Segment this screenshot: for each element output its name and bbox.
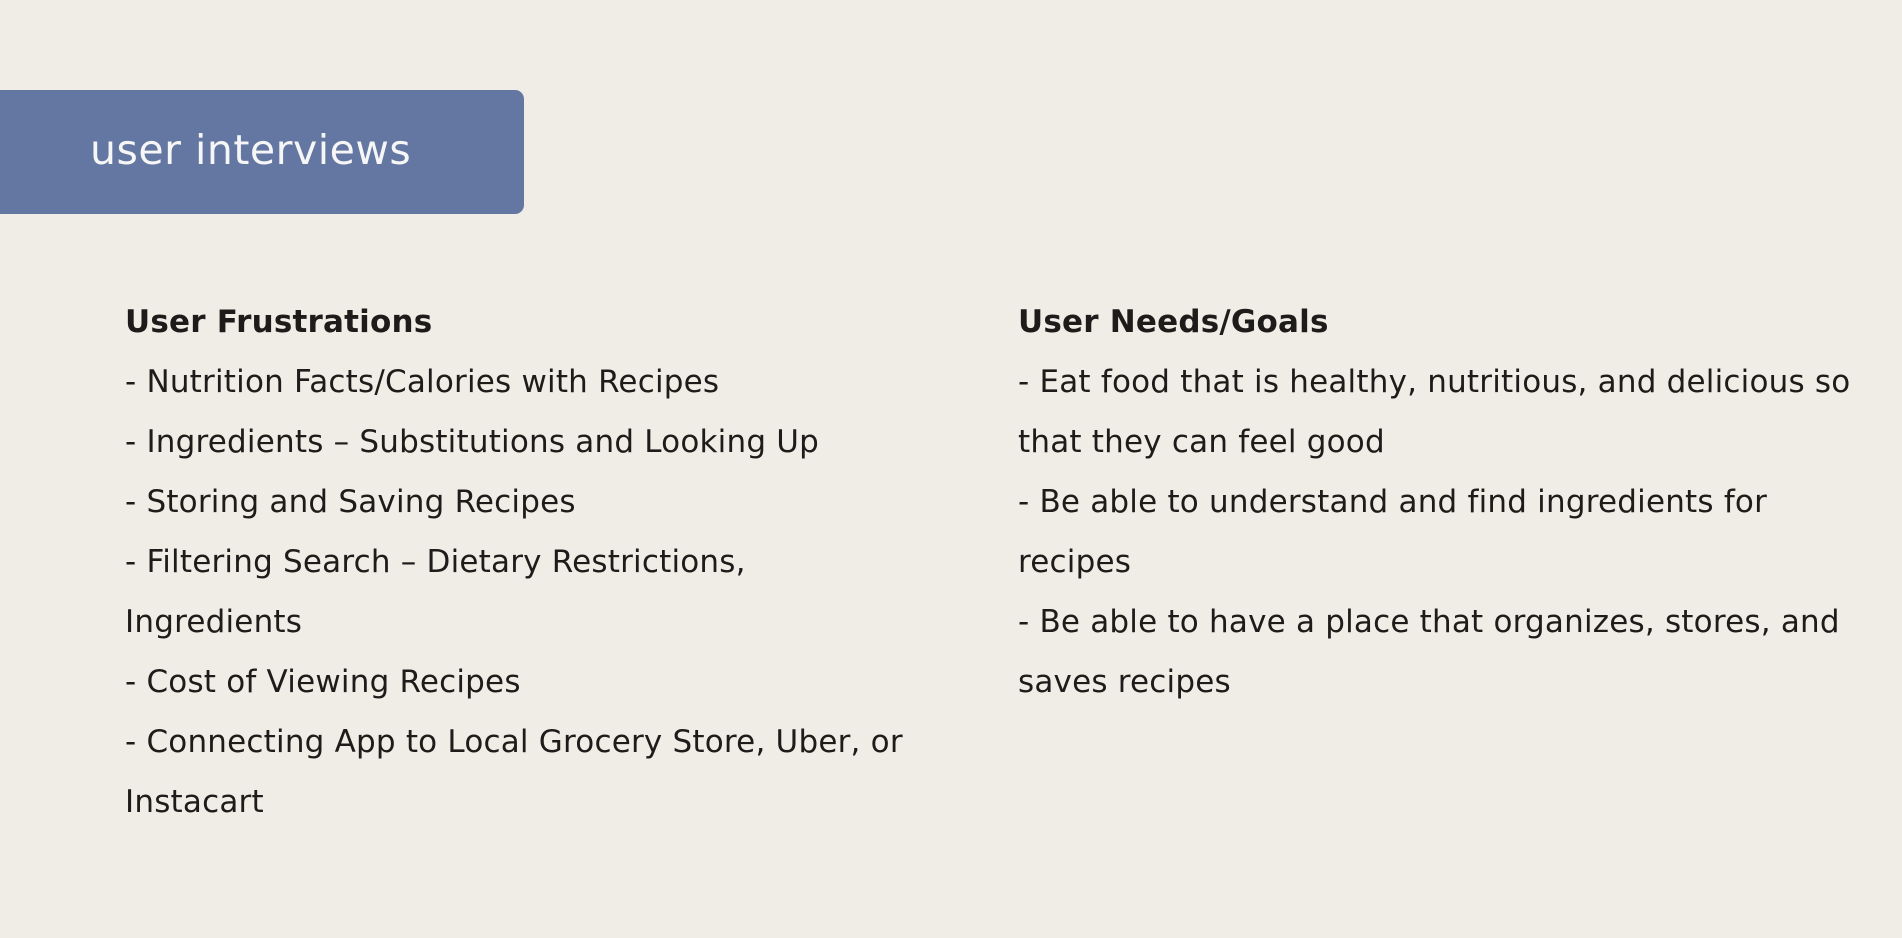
user-frustrations-heading: User Frustrations [125, 304, 433, 340]
title-banner: user interviews [0, 90, 524, 214]
user-frustrations-list: - Nutrition Facts/Calories with Recipes … [125, 352, 925, 832]
user-needs-goals-list: - Eat food that is healthy, nutritious, … [1018, 352, 1878, 712]
list-item: - Nutrition Facts/Calories with Recipes [125, 364, 720, 400]
user-needs-goals-heading: User Needs/Goals [1018, 304, 1329, 340]
page-title: user interviews [90, 125, 412, 174]
list-item: - Ingredients – Substitutions and Lookin… [125, 424, 820, 460]
user-needs-goals-section: User Needs/Goals - Eat food that is heal… [1018, 292, 1878, 712]
user-frustrations-section: User Frustrations - Nutrition Facts/Calo… [125, 292, 925, 832]
list-item: - Connecting App to Local Grocery Store,… [125, 724, 903, 820]
list-item: - Be able to have a place that organizes… [1018, 604, 1840, 700]
list-item: - Cost of Viewing Recipes [125, 664, 521, 700]
list-item: - Be able to understand and find ingredi… [1018, 484, 1768, 580]
list-item: - Eat food that is healthy, nutritious, … [1018, 364, 1851, 460]
list-item: - Storing and Saving Recipes [125, 484, 576, 520]
list-item: - Filtering Search – Dietary Restriction… [125, 544, 746, 640]
